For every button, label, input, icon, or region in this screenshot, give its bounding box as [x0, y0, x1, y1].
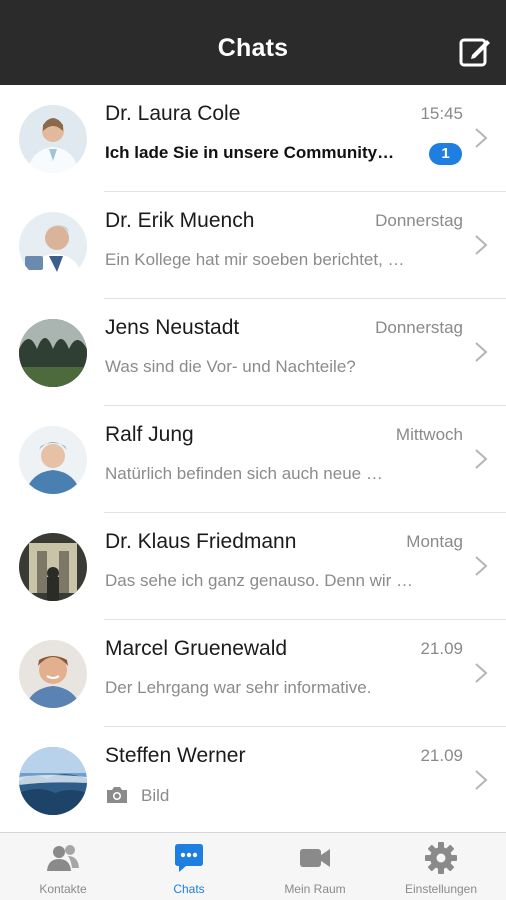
tab-label: Mein Raum — [284, 882, 346, 896]
chat-name: Dr. Erik Muench — [105, 209, 255, 232]
chevron-right-icon — [475, 342, 488, 362]
chat-list: Dr. Laura Cole 15:45 Ich lade Sie in uns… — [0, 85, 506, 832]
avatar — [19, 426, 87, 494]
chat-name: Steffen Werner — [105, 744, 246, 767]
video-camera-icon — [300, 849, 330, 867]
header-bar: Chats — [0, 0, 506, 85]
chat-preview: Bild — [105, 785, 450, 806]
tab-label: Kontakte — [39, 882, 87, 896]
chat-row[interactable]: Dr. Klaus Friedmann Montag Das sehe ich … — [0, 513, 506, 620]
chevron-right-icon — [475, 235, 488, 255]
chat-name: Dr. Klaus Friedmann — [105, 530, 297, 553]
chevron-right-icon — [475, 449, 488, 469]
chat-bubble-icon — [175, 844, 203, 872]
chat-preview: Ich lade Sie in unsere Community… — [105, 143, 395, 162]
unread-badge: 1 — [429, 143, 462, 165]
chat-preview: Was sind die Vor- und Nachteile? — [105, 357, 356, 376]
chat-preview: Ein Kollege hat mir soeben berichtet, … — [105, 250, 405, 269]
chat-time: Mittwoch — [395, 425, 463, 444]
tab-chats[interactable]: Chats — [126, 833, 252, 900]
chat-name: Marcel Gruenewald — [105, 637, 288, 660]
chat-time: 21.09 — [420, 639, 463, 658]
chat-row[interactable]: Ralf Jung Mittwoch Natürlich befinden si… — [0, 406, 506, 513]
chevron-right-icon — [475, 128, 488, 148]
avatar — [19, 105, 87, 173]
avatar — [19, 319, 87, 387]
tab-kontakte[interactable]: Kontakte — [0, 833, 126, 900]
chat-time: Montag — [406, 532, 463, 551]
chat-preview: Der Lehrgang war sehr informative. — [105, 678, 372, 697]
avatar — [19, 533, 87, 601]
chat-time: Donnerstag — [375, 318, 463, 337]
chat-preview-text: Bild — [141, 786, 170, 805]
gear-icon — [425, 842, 457, 874]
chat-time: Donnerstag — [375, 211, 463, 230]
tab-label: Chats — [173, 882, 205, 896]
avatar — [19, 212, 87, 280]
chevron-right-icon — [475, 770, 488, 790]
avatar — [19, 640, 87, 708]
chat-row[interactable]: Steffen Werner 21.09 Bild — [0, 727, 506, 832]
chat-preview: Natürlich befinden sich auch neue … — [105, 464, 383, 483]
chat-name: Ralf Jung — [105, 423, 194, 446]
camera-icon — [107, 787, 127, 803]
chat-name: Dr. Laura Cole — [105, 102, 241, 125]
chevron-right-icon — [475, 556, 488, 576]
tab-einstellungen[interactable]: Einstellungen — [378, 833, 504, 900]
chat-row[interactable]: Dr. Erik Muench Donnerstag Ein Kollege h… — [0, 192, 506, 299]
chat-time: 15:45 — [420, 104, 463, 123]
page-title: Chats — [217, 34, 289, 62]
chevron-right-icon — [475, 663, 488, 683]
contacts-icon — [47, 845, 79, 871]
chat-name: Jens Neustadt — [105, 316, 240, 339]
chat-row[interactable]: Dr. Laura Cole 15:45 Ich lade Sie in uns… — [0, 85, 506, 192]
chat-time: 21.09 — [420, 746, 463, 765]
chat-row[interactable]: Jens Neustadt Donnerstag Was sind die Vo… — [0, 299, 506, 406]
compose-icon[interactable] — [458, 34, 492, 68]
tab-bar: Kontakte Chats Mein Raum Einstellungen — [0, 832, 506, 900]
chat-preview: Das sehe ich ganz genauso. Denn wir … — [105, 571, 414, 590]
tab-mein-raum[interactable]: Mein Raum — [252, 833, 378, 900]
avatar — [19, 747, 87, 815]
tab-label: Einstellungen — [404, 882, 478, 896]
chat-row[interactable]: Marcel Gruenewald 21.09 Der Lehrgang war… — [0, 620, 506, 727]
